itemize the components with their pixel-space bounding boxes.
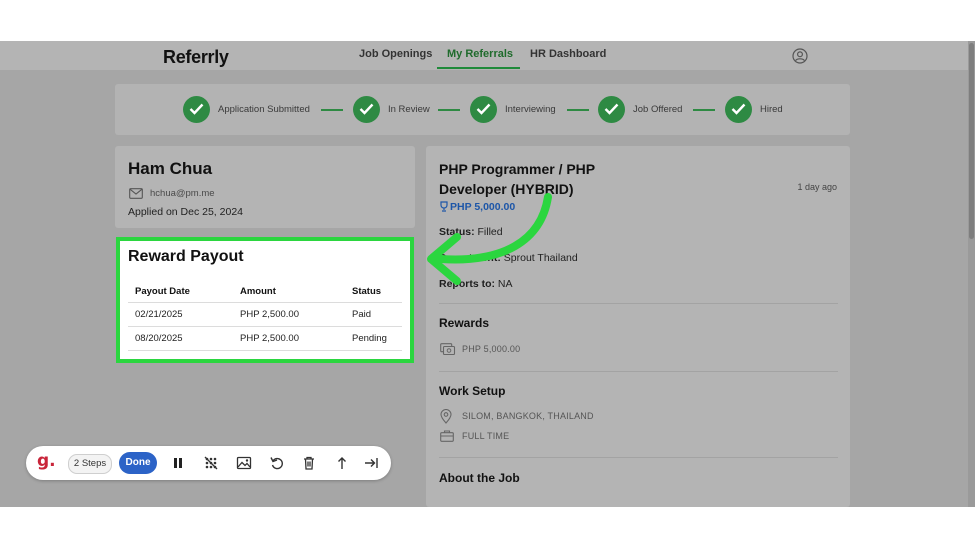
step-check-icon: [470, 96, 497, 123]
payout-date-cell: 08/20/2025: [128, 326, 233, 351]
reward-payout-table: Payout Date Amount Status 02/21/2025 PHP…: [128, 281, 402, 351]
applied-date: Applied on Dec 25, 2024: [128, 206, 244, 218]
job-location: SILOM, BANGKOK, THAILAND: [462, 411, 594, 421]
step-check-icon: [353, 96, 380, 123]
pause-icon[interactable]: [170, 455, 186, 471]
top-navbar: Referrly Job Openings My Referrals HR Da…: [0, 41, 968, 70]
step-connector: [567, 109, 589, 111]
cash-icon: [440, 343, 456, 356]
mail-icon: [129, 188, 143, 199]
page-scrollbar[interactable]: [968, 41, 975, 507]
candidate-card: Ham Chua hchua@pm.me Applied on Dec 25, …: [115, 146, 415, 228]
step-interviewing: Interviewing: [505, 104, 556, 115]
employment-type: FULL TIME: [462, 431, 510, 441]
step-check-icon: [183, 96, 210, 123]
nav-my-referrals[interactable]: My Referrals: [447, 48, 513, 60]
referral-progress-stepper: Application Submitted In Review Intervie…: [115, 84, 850, 135]
posted-time: 1 day ago: [797, 182, 837, 192]
steps-count-pill[interactable]: 2 Steps: [68, 454, 112, 474]
rewards-heading: Rewards: [439, 316, 490, 330]
briefcase-icon: [440, 430, 454, 442]
reward-payout-card: Reward Payout Payout Date Amount Status …: [116, 237, 414, 363]
skip-to-end-icon[interactable]: [363, 455, 379, 471]
nav-job-openings[interactable]: Job Openings: [359, 48, 432, 60]
work-setup-heading: Work Setup: [439, 384, 506, 398]
image-icon[interactable]: [236, 455, 252, 471]
payout-status-cell: Paid: [345, 302, 402, 327]
section-divider: [439, 457, 838, 458]
recorder-logo-icon[interactable]: g.: [37, 451, 56, 471]
nav-hr-dashboard[interactable]: HR Dashboard: [530, 48, 606, 60]
trash-icon[interactable]: [301, 455, 317, 471]
step-check-icon: [598, 96, 625, 123]
step-hired: Hired: [760, 104, 783, 115]
reward-payout-title: Reward Payout: [128, 248, 244, 265]
step-connector: [438, 109, 460, 111]
location-pin-icon: [440, 409, 452, 424]
step-in-review: In Review: [388, 104, 430, 115]
scrollbar-thumb[interactable]: [969, 43, 974, 239]
column-header-amount: Amount: [233, 281, 345, 303]
table-row: 08/20/2025 PHP 2,500.00 Pending: [128, 326, 402, 351]
column-header-status: Status: [345, 281, 402, 303]
blur-icon[interactable]: [203, 455, 219, 471]
candidate-email[interactable]: hchua@pm.me: [150, 188, 215, 199]
step-job-offered: Job Offered: [633, 104, 683, 115]
section-divider: [439, 371, 838, 372]
rewards-amount: PHP 5,000.00: [462, 344, 521, 354]
recorder-toolbar: g. 2 Steps Done: [26, 446, 391, 480]
about-job-heading: About the Job: [439, 471, 520, 485]
table-row: 02/21/2025 PHP 2,500.00 Paid: [128, 302, 402, 327]
step-application-submitted: Application Submitted: [218, 104, 310, 115]
table-header-row: Payout Date Amount Status: [128, 281, 402, 303]
user-profile-icon[interactable]: [792, 48, 808, 64]
step-check-icon: [725, 96, 752, 123]
active-tab-indicator: [437, 67, 520, 69]
app-screen: Referrly Job Openings My Referrals HR Da…: [0, 41, 975, 507]
payout-amount-cell: PHP 2,500.00: [233, 326, 345, 351]
annotation-arrow-icon: [427, 193, 552, 285]
app-logo[interactable]: Referrly: [163, 47, 229, 68]
payout-date-cell: 02/21/2025: [128, 302, 233, 327]
step-connector: [321, 109, 343, 111]
step-connector: [693, 109, 715, 111]
candidate-name: Ham Chua: [128, 159, 213, 178]
payout-status-cell: Pending: [345, 326, 402, 351]
move-up-icon[interactable]: [334, 455, 350, 471]
section-divider: [439, 303, 838, 304]
column-header-payout-date: Payout Date: [128, 281, 233, 303]
done-button[interactable]: Done: [119, 452, 157, 474]
undo-icon[interactable]: [269, 455, 285, 471]
payout-amount-cell: PHP 2,500.00: [233, 302, 345, 327]
